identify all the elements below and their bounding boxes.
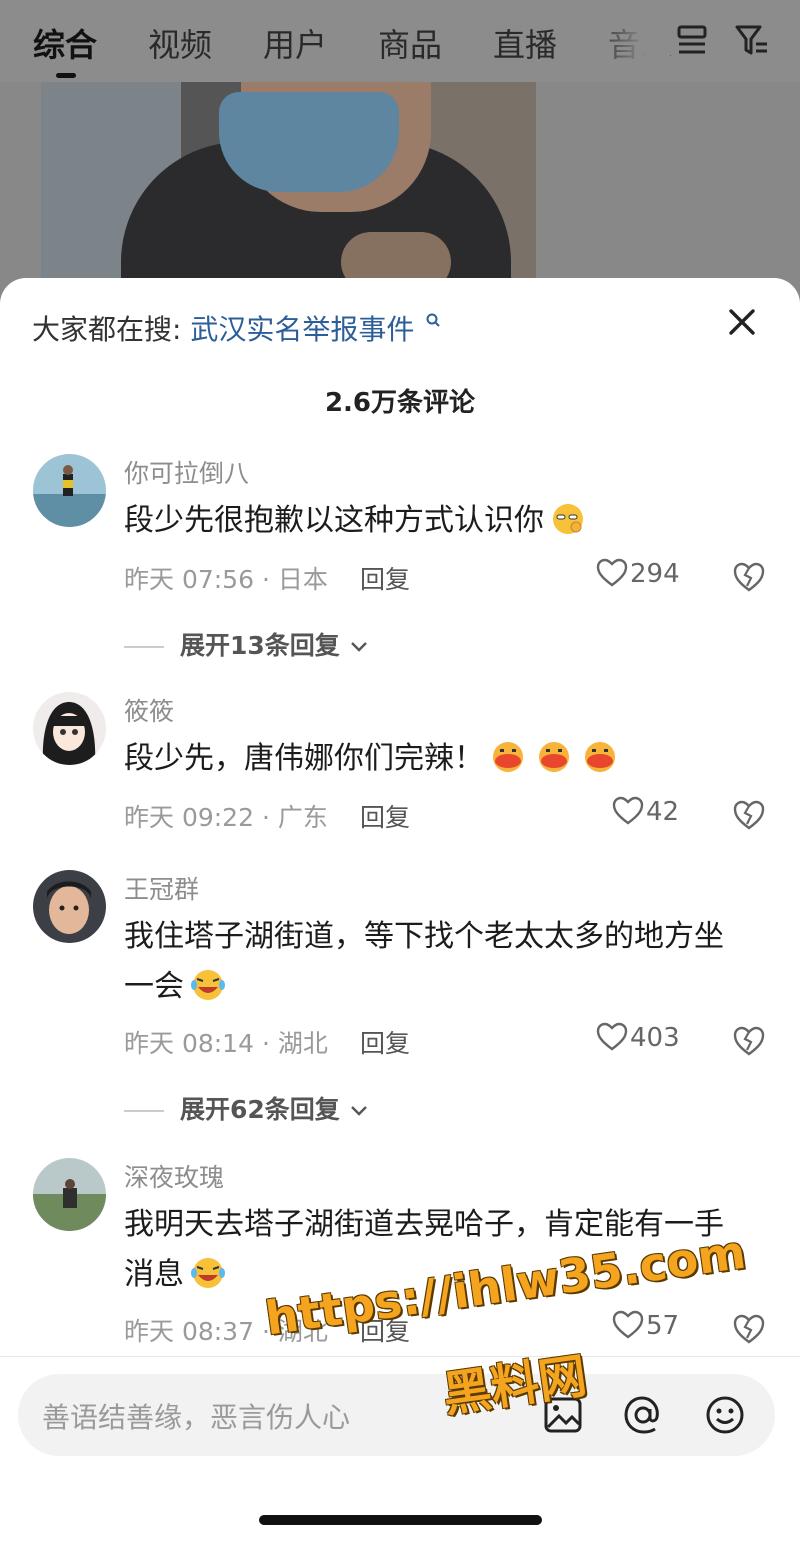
comment-text-line: 段少先很抱歉以这种方式认识你 [124, 503, 544, 538]
person-hand [341, 232, 451, 282]
crying-laughing-emoji [191, 970, 225, 1000]
tab-live[interactable]: 直播 [493, 20, 557, 66]
chevron-down-icon [350, 642, 367, 652]
input-divider [0, 1356, 800, 1357]
tab-products[interactable]: 商品 [378, 20, 442, 66]
clapping-emoji [539, 742, 569, 772]
comment-time-location: 昨天 07:56 · 日本 [124, 565, 328, 594]
expand-replies-label: 展开62条回复 [180, 1095, 340, 1124]
dislike-icon[interactable] [732, 1312, 766, 1346]
heart-icon [612, 796, 644, 825]
avatar[interactable] [33, 1158, 106, 1231]
face-mask [219, 92, 399, 192]
comment-input-bar: 善语结善缘，恶言伤人心 [18, 1374, 775, 1456]
tab-users[interactable]: 用户 [263, 20, 327, 66]
comment-username[interactable]: 筱筱 [124, 692, 174, 728]
chevron-down-icon [350, 1106, 367, 1116]
comment-username[interactable]: 你可拉倒八 [124, 454, 249, 490]
comment-input[interactable]: 善语结善缘，恶言伤人心 [42, 1396, 350, 1436]
dislike-icon[interactable] [732, 560, 766, 594]
home-indicator[interactable] [259, 1515, 542, 1525]
reply-button[interactable]: 回复 [360, 1024, 410, 1060]
comment-text: 段少先，唐伟娜你们完辣！ [124, 734, 764, 784]
search-tab-bar: 综合 视频 用户 商品 直播 音乐 [0, 0, 800, 82]
expand-replies-button[interactable]: 展开62条回复 [124, 1090, 369, 1126]
tab-video[interactable]: 视频 [148, 20, 212, 66]
clapping-emoji [585, 742, 615, 772]
clapping-emoji [493, 742, 523, 772]
expand-divider [124, 1110, 164, 1112]
comment-text-line: 一会 [124, 969, 184, 1004]
hot-search-label: 大家都在搜: [32, 313, 182, 346]
thinking-emoji [553, 504, 583, 534]
heart-icon [596, 1022, 628, 1051]
avatar[interactable] [33, 692, 106, 765]
heart-icon [596, 558, 628, 587]
search-icon [426, 313, 440, 327]
like-count: 294 [630, 559, 680, 589]
crying-laughing-emoji [191, 1258, 225, 1288]
like-count: 403 [630, 1023, 680, 1053]
at-icon[interactable] [622, 1394, 664, 1436]
comment-username[interactable]: 深夜玫瑰 [124, 1158, 224, 1194]
comment-username[interactable]: 王冠群 [124, 870, 199, 906]
comment-text: 我住塔子湖街道，等下找个老太太多的地方坐 一会 [124, 912, 764, 1012]
like-button[interactable]: 294 [596, 558, 680, 589]
hot-search-bar[interactable]: 大家都在搜: 武汉实名举报事件 [32, 308, 441, 348]
tab-overflow-fade [590, 0, 670, 82]
like-count: 57 [646, 1311, 680, 1341]
hot-search-link[interactable]: 武汉实名举报事件 [190, 313, 414, 346]
list-view-icon[interactable] [674, 22, 710, 58]
comment-count: 2.6万条评论 [324, 388, 476, 418]
emoji-icon[interactable] [704, 1394, 746, 1436]
expand-replies-label: 展开13条回复 [180, 631, 340, 660]
comment-sheet: 大家都在搜: 武汉实名举报事件 2.6万条评论 你可拉倒八 段少先很抱歉以这种方… [0, 278, 800, 1542]
dislike-icon[interactable] [732, 1024, 766, 1058]
expand-divider [124, 646, 164, 648]
dislike-icon[interactable] [732, 798, 766, 832]
expand-replies-button[interactable]: 展开13条回复 [124, 626, 369, 662]
filter-icon[interactable] [734, 22, 770, 58]
comment-text: 段少先很抱歉以这种方式认识你 [124, 496, 764, 546]
tab-comprehensive[interactable]: 综合 [33, 20, 97, 66]
active-tab-indicator [56, 73, 76, 78]
reply-button[interactable]: 回复 [360, 798, 410, 834]
comment-time-location: 昨天 08:14 · 湖北 [124, 1029, 328, 1058]
comment-text-line: 我住塔子湖街道，等下找个老太太多的地方坐 [124, 919, 724, 954]
comment-text-line: 段少先，唐伟娜你们完辣！ [124, 741, 484, 776]
heart-icon [612, 1310, 644, 1339]
avatar[interactable] [33, 870, 106, 943]
comment-time-location: 昨天 09:22 · 广东 [124, 803, 328, 832]
comment-text-line: 消息 [124, 1257, 184, 1292]
reply-button[interactable]: 回复 [360, 560, 410, 596]
like-button[interactable]: 42 [612, 796, 679, 827]
like-button[interactable]: 57 [612, 1310, 679, 1341]
like-count: 42 [646, 797, 680, 827]
video-thumbnail[interactable] [41, 82, 536, 282]
avatar[interactable] [33, 454, 106, 527]
like-button[interactable]: 403 [596, 1022, 680, 1053]
close-icon[interactable] [722, 302, 762, 342]
